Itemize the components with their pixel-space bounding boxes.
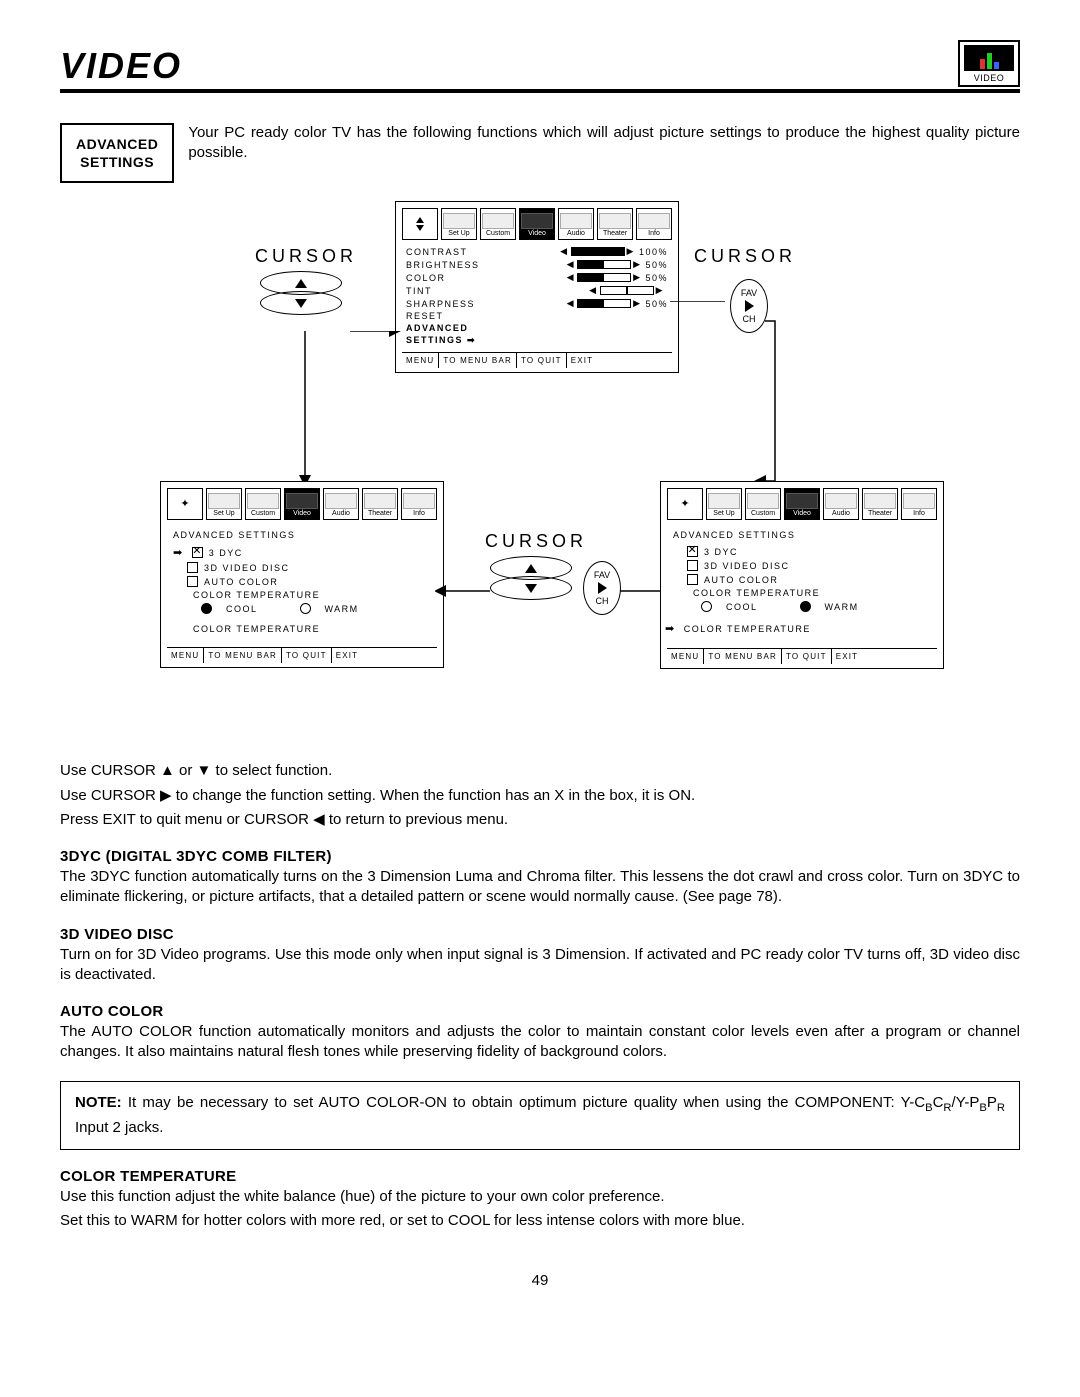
heading-auto-color: AUTO COLOR xyxy=(60,1003,1020,1020)
note-box: NOTE: It may be necessary to set AUTO CO… xyxy=(60,1081,1020,1150)
video-logo: VIDEO xyxy=(958,40,1020,87)
intro-text: Your PC ready color TV has the following… xyxy=(188,123,1020,164)
heading-3d-video-disc: 3D VIDEO DISC xyxy=(60,926,1020,943)
flow-arrow xyxy=(275,331,405,491)
heading-3dyc: 3DYC (DIGITAL 3DYC COMB FILTER) xyxy=(60,848,1020,865)
page-title: VIDEO xyxy=(60,45,182,87)
osd-tabs: Set Up Custom Video Audio Theater Info xyxy=(402,208,672,240)
heading-color-temperature: COLOR TEMPERATURE xyxy=(60,1168,1020,1185)
intro-row: ADVANCED SETTINGS Your PC ready color TV… xyxy=(60,123,1020,183)
cursor-pad-left: CURSOR xyxy=(255,246,347,315)
cursor-pad-mid: CURSOR xyxy=(485,531,577,600)
osd-video-menu: Set Up Custom Video Audio Theater Info C… xyxy=(395,201,679,373)
header: VIDEO VIDEO xyxy=(60,40,1020,93)
osd-advanced-cool: ✦ Set Up Custom Video Audio Theater Info… xyxy=(160,481,444,668)
cursor-pad-right: CURSOR xyxy=(690,246,800,271)
osd-advanced-warm: ✦ Set Up Custom Video Audio Theater Info… xyxy=(660,481,944,669)
body-text: Use CURSOR ▲ or ▼ to select function. Us… xyxy=(60,761,1020,1231)
flow-arrow xyxy=(665,301,785,491)
advanced-settings-box: ADVANCED SETTINGS xyxy=(60,123,174,183)
diagram-area: CURSOR CURSOR FAV CH Set Up Custom Video… xyxy=(105,201,975,731)
page-number: 49 xyxy=(60,1272,1020,1289)
